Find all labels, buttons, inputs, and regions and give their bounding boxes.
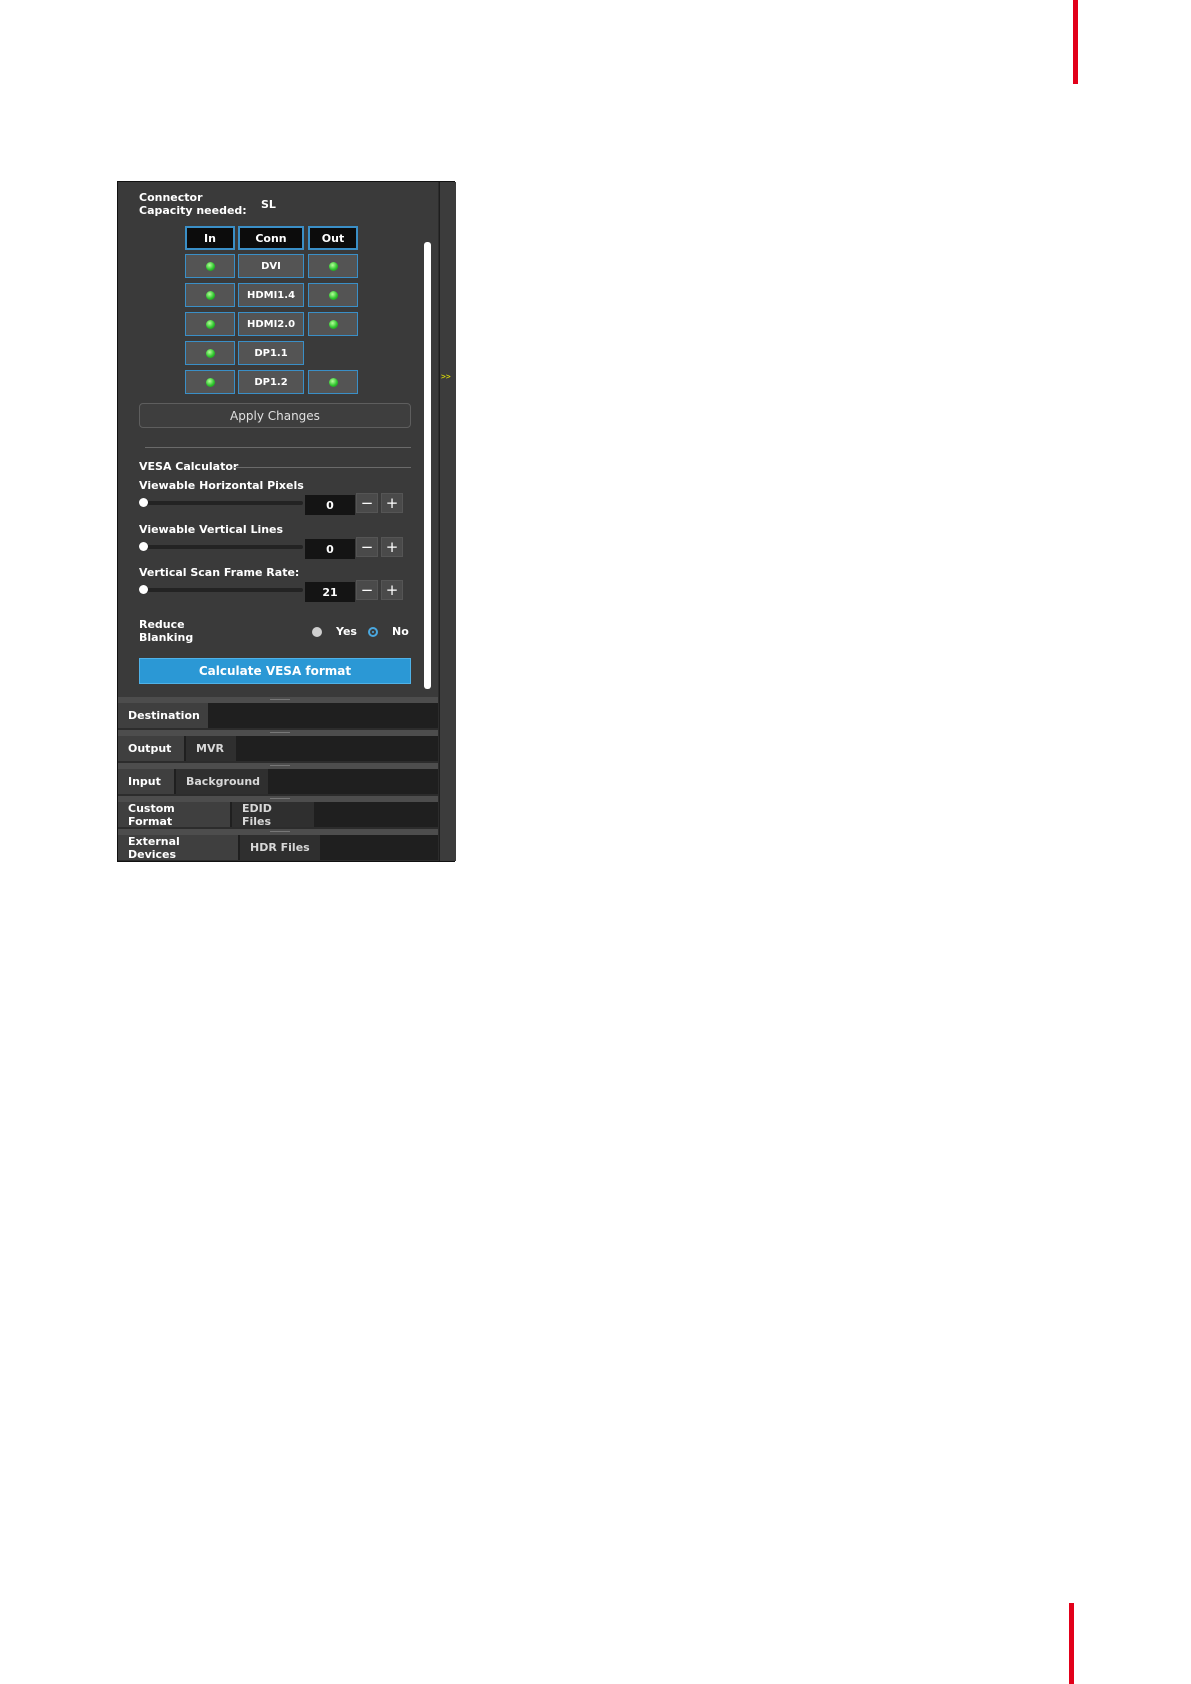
table-header-conn: Conn	[238, 226, 304, 250]
input-status-cell	[185, 341, 235, 365]
slider-handle[interactable]	[139, 498, 148, 507]
expand-arrows-icon[interactable]: >>	[441, 372, 451, 381]
divider	[145, 447, 411, 448]
tab-hdr-files[interactable]: HDR Files	[240, 835, 320, 860]
page-marker-bottom	[1069, 1603, 1074, 1684]
slider-handle[interactable]	[139, 585, 148, 594]
increment-button[interactable]: +	[381, 580, 403, 600]
tab-row: Input Background	[118, 763, 438, 794]
table-header-out: Out	[308, 226, 358, 250]
calculate-vesa-button[interactable]: Calculate VESA format	[139, 658, 411, 684]
vesa-calculator-title: VESA Calculator	[139, 460, 239, 473]
tab-row: Output MVR	[118, 730, 438, 761]
status-led-icon	[328, 319, 338, 329]
input-status-cell	[185, 283, 235, 307]
vesa-value-field[interactable]: 0	[305, 495, 355, 515]
collapse-strip[interactable]: >>	[439, 182, 456, 861]
vesa-field-label: Vertical Scan Frame Rate:	[139, 566, 300, 579]
tab-external-devices[interactable]: External Devices	[118, 835, 238, 861]
vesa-slider[interactable]	[139, 585, 303, 594]
slider-handle[interactable]	[139, 542, 148, 551]
reduce-blanking-no-radio[interactable]	[368, 627, 378, 637]
vesa-slider[interactable]	[139, 498, 303, 507]
output-status-cell	[308, 254, 358, 278]
output-status-cell	[308, 370, 358, 394]
tab-background[interactable]: Background	[176, 769, 268, 794]
reduce-blanking-no-label: No	[392, 625, 409, 638]
connector-capacity-value: SL	[261, 198, 276, 211]
connector-capacity-label: Connector Capacity needed:	[139, 191, 247, 217]
tab-row: Destination	[118, 697, 438, 728]
decrement-button[interactable]: −	[356, 493, 378, 513]
status-led-icon	[328, 261, 338, 271]
connector-type-cell: DP1.1	[238, 341, 304, 365]
output-status-cell	[308, 283, 358, 307]
vesa-slider[interactable]	[139, 542, 303, 551]
connector-type-cell: HDMI1.4	[238, 283, 304, 307]
reduce-blanking-label: Reduce Blanking	[139, 618, 194, 644]
status-led-icon	[205, 377, 215, 387]
tab-row: Custom Format EDID Files	[118, 796, 438, 828]
status-led-icon	[328, 290, 338, 300]
tab-row: External Devices HDR Files	[118, 829, 438, 861]
tab-edid-files[interactable]: EDID Files	[232, 802, 314, 828]
input-status-cell	[185, 370, 235, 394]
reduce-blanking-yes-radio[interactable]	[312, 627, 322, 637]
decrement-button[interactable]: −	[356, 537, 378, 557]
tab-input[interactable]: Input	[118, 769, 174, 794]
status-led-icon	[205, 290, 215, 300]
tab-custom-format[interactable]: Custom Format	[118, 802, 230, 828]
vesa-value-field[interactable]: 21	[305, 582, 355, 602]
tab-output[interactable]: Output	[118, 736, 184, 761]
connector-type-cell: DP1.2	[238, 370, 304, 394]
increment-button[interactable]: +	[381, 493, 403, 513]
tab-destination[interactable]: Destination	[118, 703, 208, 728]
status-led-icon	[328, 377, 338, 387]
vesa-field-label: Viewable Vertical Lines	[139, 523, 284, 536]
input-status-cell	[185, 312, 235, 336]
vertical-scrollbar[interactable]	[424, 242, 431, 689]
connector-type-cell: HDMI2.0	[238, 312, 304, 336]
settings-panel: Connector Capacity needed: SL In Conn Out D…	[117, 181, 456, 862]
input-status-cell	[185, 254, 235, 278]
status-led-icon	[205, 261, 215, 271]
decrement-button[interactable]: −	[356, 580, 378, 600]
apply-changes-button[interactable]: Apply Changes	[139, 403, 411, 428]
vesa-field-label: Viewable Horizontal Pixels	[139, 479, 304, 492]
status-led-icon	[205, 348, 215, 358]
tab-mvr[interactable]: MVR	[186, 736, 236, 761]
output-status-cell	[308, 312, 358, 336]
status-led-icon	[205, 319, 215, 329]
table-header-in: In	[185, 226, 235, 250]
page-marker-top	[1073, 0, 1078, 84]
connector-type-cell: DVI	[238, 254, 304, 278]
increment-button[interactable]: +	[381, 537, 403, 557]
connector-section: Connector Capacity needed: SL In Conn Out D…	[118, 182, 438, 697]
divider	[233, 467, 411, 468]
vesa-value-field[interactable]: 0	[305, 539, 355, 559]
reduce-blanking-yes-label: Yes	[336, 625, 357, 638]
